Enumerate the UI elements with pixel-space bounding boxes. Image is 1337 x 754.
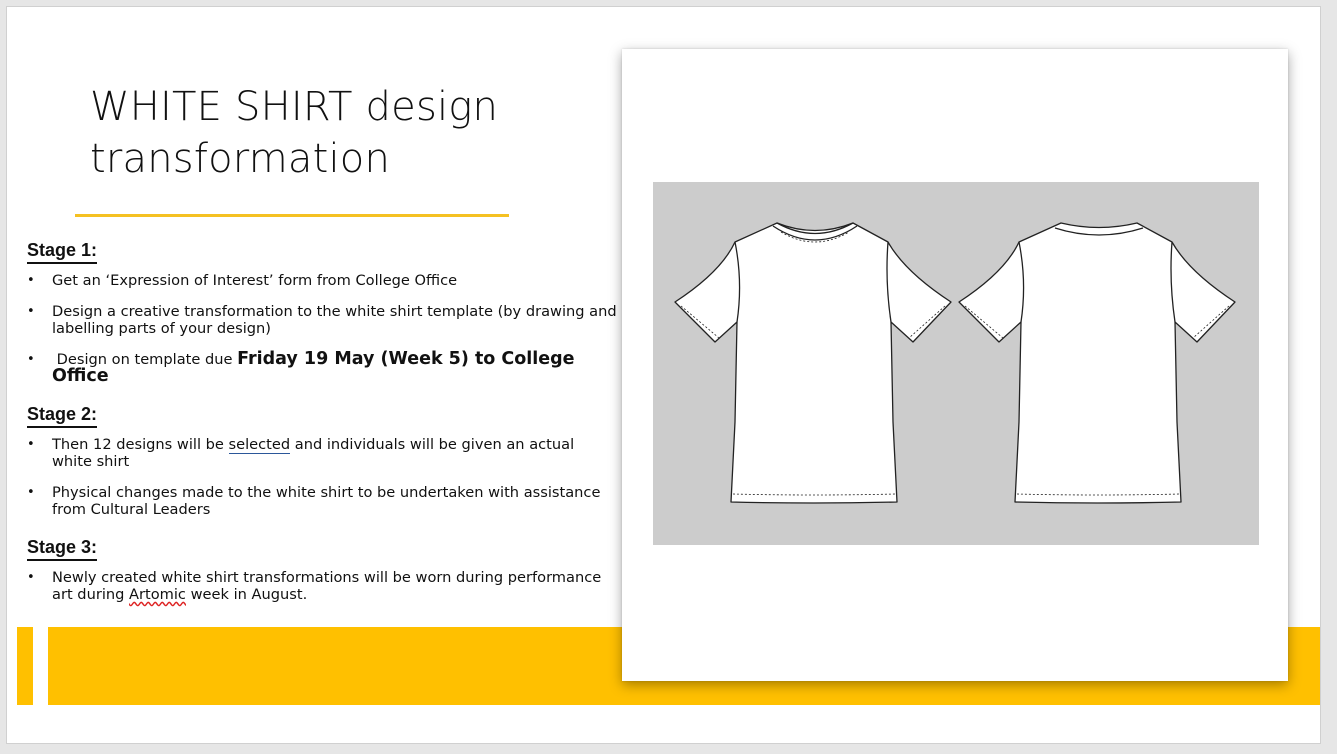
stage-3-list: • Newly created white shirt transformatio… [27, 569, 617, 603]
image-card[interactable] [622, 49, 1288, 681]
list-item-text: Physical changes made to the white shirt… [52, 484, 601, 518]
list-item-text: Get an ‘Expression of Interest’ form fro… [52, 272, 458, 289]
accent-bar-small [17, 627, 33, 705]
list-item-text: Then 12 designs will be [52, 436, 229, 453]
title-line-1: WHITE SHIRT design [90, 84, 499, 130]
bullet-icon: • [27, 304, 35, 319]
spelling-flagged-word[interactable]: Artomic [129, 586, 186, 603]
list-item: • Newly created white shirt transformatio… [27, 569, 617, 603]
list-item-text: Design a creative transformation to the … [52, 303, 617, 337]
bullet-icon: • [27, 485, 35, 500]
slide-title[interactable]: WHITE SHIRT design transformation [90, 81, 610, 185]
list-item: • Then 12 designs will be selected and in… [27, 436, 617, 470]
bullet-icon: • [27, 273, 35, 288]
bullet-icon: • [27, 437, 35, 452]
stage-1-list: • Get an ‘Expression of Interest’ form fr… [27, 272, 617, 385]
selected-word[interactable]: selected [228, 436, 291, 454]
stage-3-heading: Stage 3: [27, 536, 98, 561]
bullet-icon: • [27, 570, 35, 585]
list-item: • Physical changes made to the white shir… [27, 484, 617, 518]
tshirt-back-icon [958, 222, 1236, 504]
stage-2-list: • Then 12 designs will be selected and in… [27, 436, 617, 518]
stage-2-heading: Stage 2: [27, 403, 98, 428]
title-underline [75, 214, 509, 217]
stage-1-heading: Stage 1: [27, 239, 98, 264]
tshirt-template-image[interactable] [653, 182, 1259, 545]
tshirt-front-icon [674, 222, 952, 504]
title-line-2: transformation [90, 136, 391, 182]
bullet-icon: • [27, 352, 35, 367]
slide-canvas: WHITE SHIRT design transformation Stage … [6, 6, 1321, 744]
tshirt-template-icon [674, 222, 1236, 504]
slide-body[interactable]: Stage 1: • Get an ‘Expression of Interest… [27, 235, 617, 617]
list-item: • Get an ‘Expression of Interest’ form fr… [27, 272, 617, 289]
list-item-text: week in August. [185, 586, 308, 603]
list-item: • Design on template due Friday 19 May (… [27, 350, 617, 385]
list-item: • Design a creative transformation to the… [27, 303, 617, 337]
